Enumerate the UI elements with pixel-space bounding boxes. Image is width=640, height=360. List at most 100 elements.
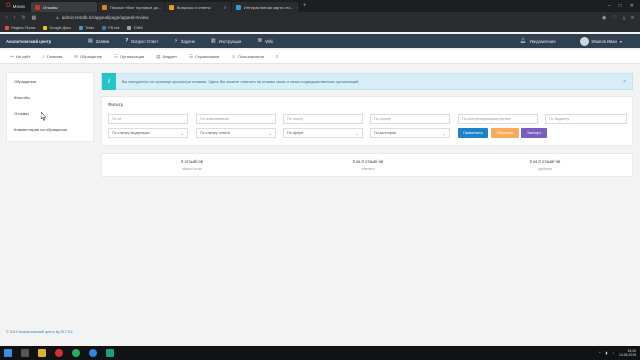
nav-item-label: Заявки: [95, 38, 110, 44]
new-tab-button[interactable]: +: [299, 3, 311, 9]
filter-control-org-input[interactable]: По контролирующему органу: [458, 114, 538, 124]
reset-button[interactable]: Сбросить: [491, 128, 519, 138]
close-icon[interactable]: ×: [623, 79, 626, 85]
download-icon[interactable]: ⤓: [623, 15, 625, 21]
sidebar-item-complaints[interactable]: Жалобы: [7, 89, 93, 105]
browser-tab[interactable]: Интерактивная карта отз... ✕: [231, 2, 298, 12]
subnav-item-label: Организации: [120, 54, 145, 59]
explorer-icon[interactable]: [38, 349, 46, 357]
filter-id-input[interactable]: По Id: [108, 114, 188, 124]
filter-answer-select[interactable]: По статусу ответа ⌄: [196, 128, 276, 138]
nav-item-instructions[interactable]: ▥ Инструкции: [211, 38, 241, 44]
telegram-icon[interactable]: [89, 349, 97, 357]
browser-tab-title: Отзывы: [42, 4, 58, 10]
bookmark-item[interactable]: Яндекс.Почта: [5, 25, 35, 30]
reload-icon[interactable]: ↻: [21, 15, 25, 21]
tray-arrow-icon[interactable]: ^: [599, 351, 601, 355]
tab-favicon-icon: [235, 4, 241, 10]
list-icon: ☰: [188, 53, 194, 59]
filter-sphere-select[interactable]: По сфере ⌄: [283, 128, 363, 138]
nav-item-tasks[interactable]: ⚡︎ Задачи: [174, 38, 195, 44]
opera-icon[interactable]: [55, 349, 63, 357]
app-icon[interactable]: [106, 349, 114, 357]
stat-answered: 0 из 0 отзыв/-ов отвечено: [308, 159, 428, 171]
subnav-item-users[interactable]: ☺ Пользователи: [231, 54, 264, 59]
close-tab-icon[interactable]: ✕: [297, 5, 298, 10]
select-value: По статусу ответа: [200, 131, 230, 135]
nav-item-label: Инструкции: [218, 38, 242, 44]
browser-tab[interactable]: Письмо «Все торговые до... ✕: [97, 2, 164, 12]
footer-link[interactable]: Аналитический центр by GLT KZ: [19, 330, 73, 334]
windows-icon[interactable]: [4, 349, 12, 357]
nav-item-label: Вопрос-Ответ: [131, 38, 159, 44]
more-menu-icon[interactable]: ≡: [276, 54, 278, 59]
filter-org-input[interactable]: По органу: [370, 114, 450, 124]
forward-icon[interactable]: ›: [14, 15, 16, 21]
back-icon[interactable]: ‹: [6, 15, 8, 21]
stat-label: отвечено: [361, 167, 375, 171]
address-bar-row: ‹ › ↻ ▦ 🔒︎ admin.testdb.kz/appeal/page/a…: [0, 12, 640, 23]
browser-menu-button[interactable]: O Меню: [0, 0, 31, 12]
stat-total: 0 отзыв/-ов общее кол-во: [132, 159, 252, 171]
user-menu[interactable]: Иванов Иван ▾: [579, 36, 622, 46]
nav-item-wiki[interactable]: ⌘ Wiki: [257, 38, 273, 44]
filter-moderation-select[interactable]: По статусу модерации ⌄: [108, 128, 188, 138]
bookmark-item[interactable]: FB bot: [102, 25, 119, 30]
stat-approved: 0 из 0 отзыв/-ов одобрено: [485, 159, 605, 171]
app-brand[interactable]: Аналитический центр: [0, 39, 80, 44]
search-icon[interactable]: [21, 349, 29, 357]
nav-item-label: Wiki: [265, 38, 274, 44]
notifications-label: Уведомления: [529, 38, 556, 44]
export-button[interactable]: Экспорт: [521, 128, 547, 138]
system-tray: ^ ▮ ♪ 15:26 14.06.2019: [599, 349, 640, 357]
subnav-item-label: Обращения: [80, 54, 102, 59]
whatsapp-icon[interactable]: [72, 349, 80, 357]
nav-item-qa[interactable]: ❓︎ Вопрос-Ответ: [125, 38, 158, 44]
building-icon: ☷: [113, 53, 119, 59]
network-icon[interactable]: ▮: [605, 351, 607, 355]
browser-tab[interactable]: Вопросы и ответы ✕: [164, 2, 231, 12]
bookmark-favicon-icon: [127, 25, 132, 30]
stat-label: общее кол-во: [181, 167, 203, 171]
maximize-icon[interactable]: □: [619, 3, 622, 9]
sidebar-item-reviews[interactable]: Отзывы: [7, 105, 93, 121]
subnav-item-label: На сайт: [15, 54, 31, 59]
filter-budget-input[interactable]: По бюджету: [545, 114, 627, 124]
notifications-button[interactable]: 🔔︎ Уведомления: [520, 38, 556, 44]
subnav-item-label: Главная: [47, 54, 63, 59]
subnav-item-site[interactable]: ↪ На сайт: [10, 54, 30, 60]
nav-item-requests[interactable]: ▤ Заявки: [88, 38, 109, 44]
settings-icon[interactable]: ≡: [631, 15, 634, 21]
subnav-item-organizations[interactable]: ☷ Организации: [114, 54, 144, 60]
stat-value: 0 из 0 отзыв/-ов: [529, 159, 561, 164]
camera-icon[interactable]: ◉: [602, 15, 606, 21]
bookmark-heart-icon[interactable]: ♡: [612, 15, 616, 21]
bookmark-item[interactable]: CMM: [127, 25, 143, 30]
address-field[interactable]: 🔒︎ admin.testdb.kz/appeal/page/appeal-re…: [56, 15, 148, 20]
filter-category-select[interactable]: По категории ⌄: [370, 128, 450, 138]
subnav-item-budget[interactable]: ▤ Бюджет: [156, 54, 177, 60]
close-tab-icon[interactable]: ✕: [223, 5, 226, 10]
tabs-grid-icon[interactable]: ▦: [32, 15, 37, 21]
browser-tab[interactable]: Отзывы: [30, 2, 97, 12]
filter-text-input[interactable]: По тексту: [283, 114, 363, 124]
browser-tab-title: Вопросы и ответы: [176, 4, 211, 10]
sidebar-item-comments[interactable]: Комментарии на обращения: [7, 121, 93, 137]
subnav-item-directories[interactable]: ☰ Справочники: [189, 54, 219, 60]
bookmark-item[interactable]: Trello: [78, 25, 94, 30]
minimize-icon[interactable]: –: [608, 3, 611, 9]
question-icon: ❓︎: [125, 38, 129, 44]
envelope-icon: ✉: [74, 53, 79, 59]
sidebar-item-appeals[interactable]: Обращения: [7, 73, 93, 89]
subnav-item-home[interactable]: ⌂ Главная: [42, 54, 62, 59]
address-text: admin.testdb.kz/appeal/page/appeal-revie…: [61, 15, 149, 20]
volume-icon[interactable]: ♪: [612, 351, 614, 355]
subnav-item-appeals[interactable]: ✉ Обращения: [74, 54, 102, 60]
bookmark-item[interactable]: Google Диск: [43, 25, 71, 30]
browser-tab-bar: O Меню Отзывы Письмо «Все торговые до...…: [0, 0, 640, 12]
clock[interactable]: 15:26 14.06.2019: [619, 349, 636, 357]
bookmark-label: CMM: [133, 25, 143, 30]
apply-button[interactable]: Применить: [458, 128, 488, 138]
filter-user-input[interactable]: По пользователю: [196, 114, 276, 124]
close-window-icon[interactable]: ✕: [630, 3, 634, 9]
